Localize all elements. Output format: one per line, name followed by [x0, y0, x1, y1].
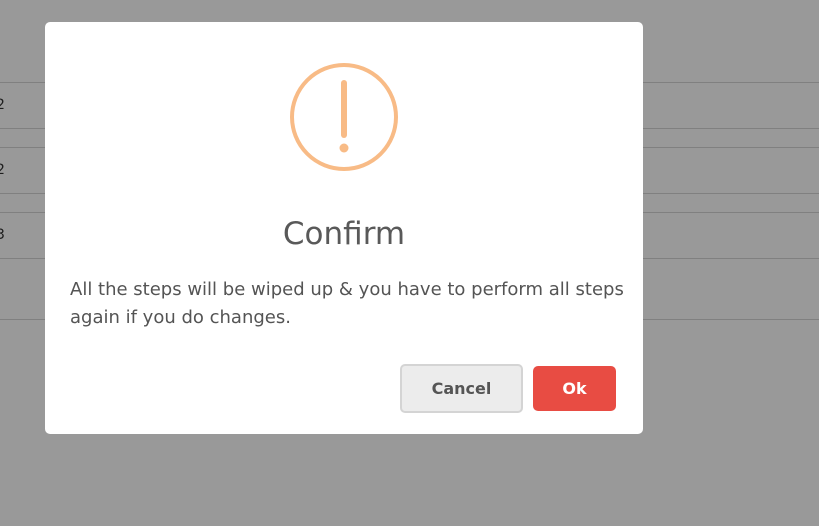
dialog-title: Confirm	[282, 216, 406, 252]
cancel-button[interactable]: Cancel	[400, 364, 523, 413]
exclamation-circle-icon	[290, 63, 398, 171]
ok-button[interactable]: Ok	[533, 366, 616, 411]
dialog-message: All the steps will be wiped up & you hav…	[70, 279, 624, 328]
page: 2 2 3 Confirm All the steps will be wipe…	[0, 0, 819, 526]
confirm-dialog: Confirm All the steps will be wiped up &…	[45, 22, 643, 434]
